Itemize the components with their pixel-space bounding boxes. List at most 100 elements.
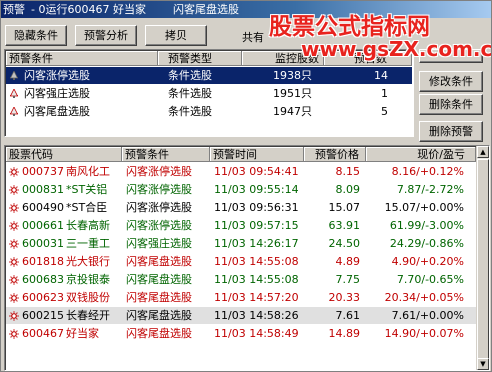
bell-icon	[10, 107, 18, 116]
stock-code: 600490	[22, 201, 64, 214]
condition-row[interactable]: 闪客涨停选股 条件选股 1938只 14	[6, 67, 412, 84]
stock-header-condition[interactable]: 预警条件	[122, 147, 210, 162]
stock-alert-price: 24.50	[328, 237, 361, 250]
cond-header-type[interactable]: 预警类型	[158, 51, 242, 66]
stock-condition: 闪客尾盘选股	[126, 291, 192, 304]
delete-condition-button[interactable]: 删除条件	[419, 94, 483, 115]
cond-header-name[interactable]: 预警条件	[6, 51, 158, 66]
watermark-title: 股票公式指标网	[269, 14, 430, 40]
alert-sun-icon	[9, 275, 19, 285]
alert-window: 预警 - 0运行600467 好当家 闪客尾盘选股 隐藏条件 预警分析 拷贝 共…	[0, 0, 492, 372]
stock-condition: 闪客强庄选股	[126, 237, 192, 250]
stock-header-price[interactable]: 预警价格	[304, 147, 366, 162]
stock-alert-time: 11/03 09:55:14	[214, 183, 299, 196]
stock-alert-price: 4.89	[335, 255, 361, 268]
stock-alert-time: 11/03 09:57:15	[214, 219, 299, 232]
stock-alert-time: 11/03 14:58:49	[214, 327, 299, 340]
stock-name: *ST关铝	[66, 183, 108, 196]
stock-condition: 闪客涨停选股	[126, 165, 192, 178]
stock-header-code[interactable]: 股票代码	[6, 147, 122, 162]
condition-list: 预警条件 预警类型 监控股数 预警数 闪客涨停选股 条件选股 1938只 14 …	[4, 49, 414, 137]
copy-button[interactable]: 拷贝	[145, 25, 207, 46]
stock-current: 61.99/-3.00%	[389, 219, 464, 232]
stock-header-current[interactable]: 现价/盈亏	[366, 147, 476, 162]
hide-conditions-button[interactable]: 隐藏条件	[5, 25, 67, 46]
stock-condition: 闪客尾盘选股	[126, 327, 192, 340]
alert-analysis-button[interactable]: 预警分析	[75, 25, 137, 46]
stock-name: 长春高新	[66, 219, 110, 232]
scroll-up-icon[interactable]: ▲	[477, 146, 489, 158]
alert-sun-icon	[9, 311, 19, 321]
table-row[interactable]: 600623 双钱股份 闪客尾盘选股 11/03 14:57:20 20.33 20.34…	[6, 289, 476, 306]
condition-row[interactable]: 闪客强庄选股 条件选股 1951只 1	[6, 85, 412, 102]
stock-current: 7.87/-2.72%	[396, 183, 464, 196]
stock-alert-time: 11/03 09:56:31	[214, 201, 299, 214]
table-row[interactable]: 601818 光大银行 闪客尾盘选股 11/03 14:55:08 4.89 4.90/+…	[6, 253, 476, 270]
scroll-thumb[interactable]	[477, 159, 489, 359]
condition-count: 1951只	[273, 87, 312, 100]
stock-condition: 闪客涨停选股	[126, 219, 192, 232]
alert-sun-icon	[9, 257, 19, 267]
alert-sun-icon	[9, 221, 19, 231]
stock-name: *ST合臣	[66, 201, 108, 214]
table-row[interactable]: 000661 长春高新 闪客涨停选股 11/03 09:57:15 63.91 61.99…	[6, 217, 476, 234]
total-label: 共有	[242, 31, 264, 44]
stock-code: 000831	[22, 183, 64, 196]
alert-stock-table: 股票代码 预警条件 预警时间 预警价格 现价/盈亏 000737 南风化工 闪客涨停…	[4, 145, 490, 371]
table-row[interactable]: 000831 *ST关铝 闪客涨停选股 11/03 09:55:14 8.09 7.87/…	[6, 181, 476, 198]
stock-current: 7.61/+0.00%	[391, 309, 464, 322]
scroll-down-icon[interactable]: ▼	[477, 358, 489, 370]
stock-code: 600467	[22, 327, 64, 340]
table-row[interactable]: 600215 长春经开 闪客尾盘选股 11/03 14:58:26 7.61 7.61/+…	[6, 307, 476, 324]
stock-alert-time: 11/03 09:54:41	[214, 165, 299, 178]
stock-current: 20.34/+0.05%	[384, 291, 464, 304]
stock-code: 600683	[22, 273, 64, 286]
stock-alert-time: 11/03 14:58:26	[214, 309, 299, 322]
stock-alert-price: 7.61	[335, 309, 361, 322]
alert-sun-icon	[9, 185, 19, 195]
stock-current: 24.29/-0.86%	[389, 237, 464, 250]
stock-alert-price: 8.15	[335, 165, 361, 178]
stock-code: 000661	[22, 219, 64, 232]
title-app: 预警	[3, 3, 25, 16]
condition-alerts: 14	[374, 69, 388, 82]
alert-sun-icon	[9, 239, 19, 249]
stock-header-time[interactable]: 预警时间	[210, 147, 304, 162]
stock-name: 京投银泰	[66, 273, 110, 286]
alert-sun-icon	[9, 203, 19, 213]
table-row[interactable]: 600490 *ST合臣 闪客涨停选股 11/03 09:56:31 15.07 15.0…	[6, 199, 476, 216]
stock-alert-price: 20.33	[328, 291, 361, 304]
condition-name: 闪客涨停选股	[24, 69, 90, 82]
condition-count: 1947只	[273, 105, 312, 118]
table-row[interactable]: 600467 好当家 闪客尾盘选股 11/03 14:58:49 14.89 14.90/…	[6, 325, 476, 342]
stock-current: 8.16/+0.12%	[391, 165, 464, 178]
stock-alert-time: 11/03 14:57:20	[214, 291, 299, 304]
stock-name: 光大银行	[66, 255, 110, 268]
stock-name: 好当家	[66, 327, 99, 340]
stock-current: 15.07/+0.00%	[384, 201, 464, 214]
stock-alert-time: 11/03 14:55:08	[214, 255, 299, 268]
condition-type: 条件选股	[168, 87, 212, 100]
stock-current: 14.90/+0.07%	[384, 327, 464, 340]
stock-condition: 闪客尾盘选股	[126, 255, 192, 268]
vertical-scrollbar[interactable]: ▲ ▼	[476, 146, 489, 370]
table-row[interactable]: 000737 南风化工 闪客涨停选股 11/03 09:54:41 8.15 8.16/+…	[6, 163, 476, 180]
condition-type: 条件选股	[168, 69, 212, 82]
stock-alert-time: 11/03 14:26:17	[214, 237, 299, 250]
stock-name: 双钱股份	[66, 291, 110, 304]
stock-alert-price: 7.75	[335, 273, 361, 286]
stock-alert-price: 63.91	[328, 219, 361, 232]
alert-sun-icon	[9, 293, 19, 303]
stock-name: 长春经开	[66, 309, 110, 322]
table-row[interactable]: 600031 三一重工 闪客强庄选股 11/03 14:26:17 24.50 24.29…	[6, 235, 476, 252]
delete-alert-button[interactable]: 删除预警	[419, 121, 483, 142]
condition-name: 闪客尾盘选股	[24, 105, 90, 118]
modify-condition-button[interactable]: 修改条件	[419, 71, 483, 92]
condition-count: 1938只	[273, 69, 312, 82]
table-row[interactable]: 600683 京投银泰 闪客尾盘选股 11/03 14:55:08 7.75 7.70/-…	[6, 271, 476, 288]
stock-alert-price: 14.89	[328, 327, 361, 340]
title-status: - 0运行600467 好当家	[31, 3, 146, 16]
condition-alerts: 1	[381, 87, 388, 100]
condition-row[interactable]: 闪客尾盘选股 条件选股 1947只 5	[6, 103, 412, 120]
title-condition: 闪客尾盘选股	[173, 3, 239, 16]
